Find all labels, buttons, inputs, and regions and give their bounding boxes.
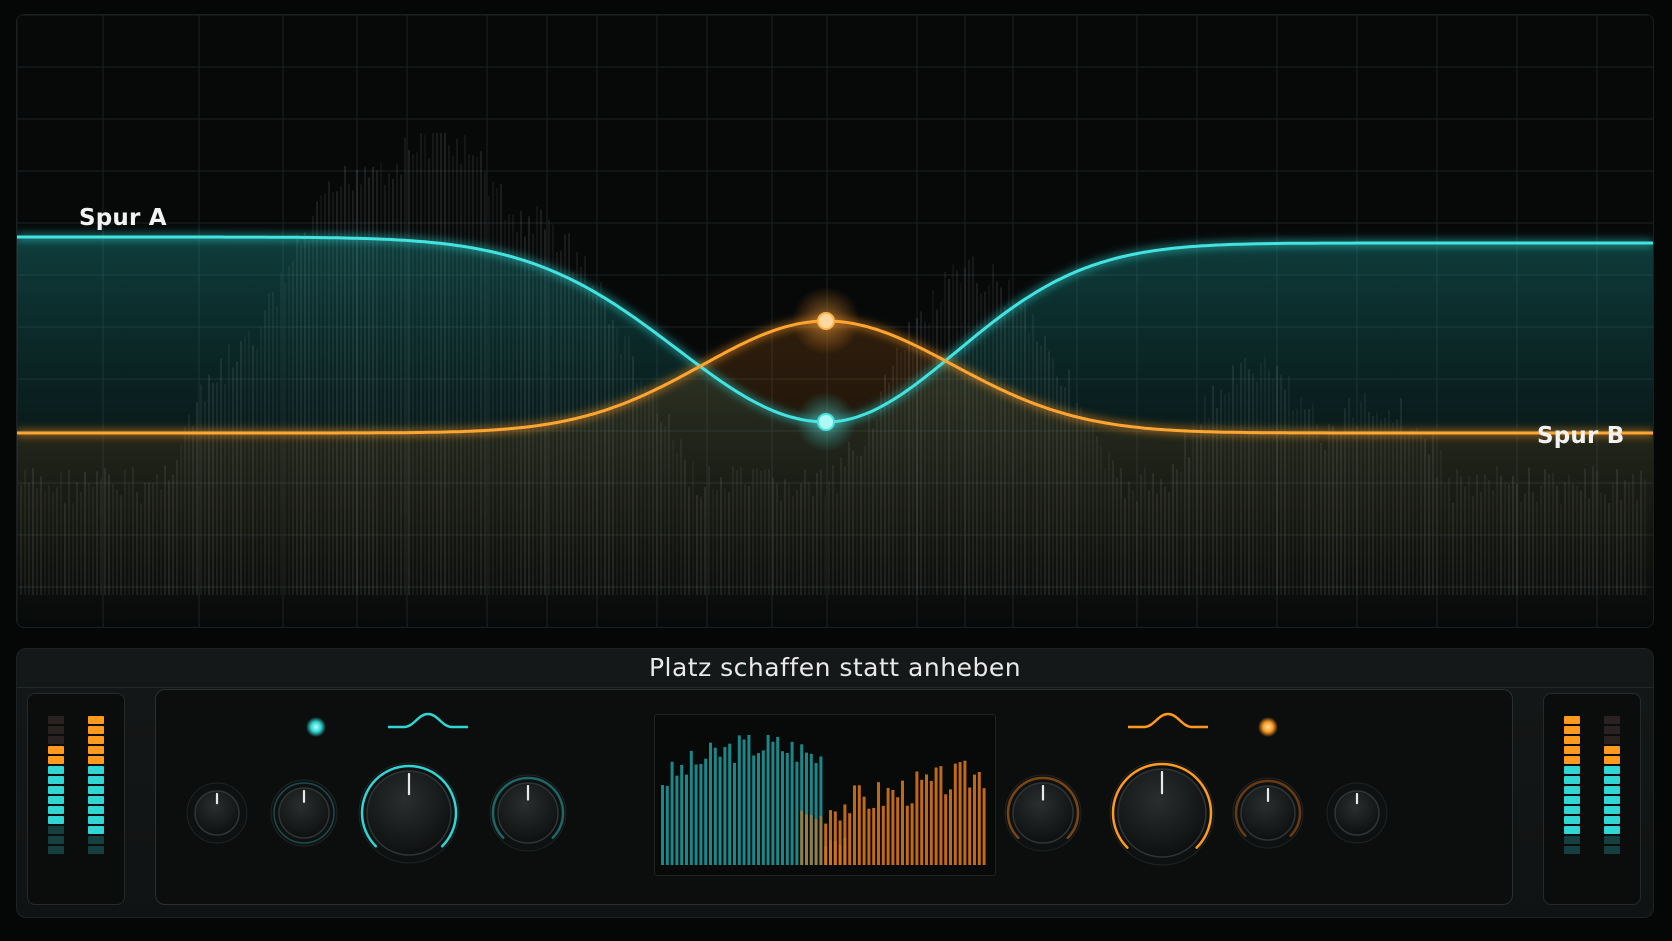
eq-display[interactable]: Spur A Spur B <box>16 14 1654 628</box>
meter-segment <box>1604 806 1620 814</box>
meter-segment <box>88 766 104 774</box>
meter-segment <box>88 726 104 734</box>
meter-segment <box>88 806 104 814</box>
meter-segment <box>1564 806 1580 814</box>
meter-segment <box>88 796 104 804</box>
meter-bar-right-1 <box>1564 716 1580 856</box>
track-a-knob-1[interactable] <box>186 782 248 844</box>
meter-segment <box>48 796 64 804</box>
spur-a-label: Spur A <box>79 205 167 231</box>
meter-segment <box>48 826 64 834</box>
meter-segment <box>88 816 104 824</box>
track-a-status-led[interactable] <box>306 717 326 737</box>
meter-segment <box>1564 756 1580 764</box>
meter-segment <box>1564 726 1580 734</box>
meter-segment <box>1604 766 1620 774</box>
meter-segment <box>1604 736 1620 744</box>
meter-segment <box>1604 716 1620 724</box>
meter-segment <box>88 746 104 754</box>
meter-segment <box>48 806 64 814</box>
eq-graph[interactable] <box>17 15 1653 627</box>
meter-segment <box>1564 796 1580 804</box>
spur-b-label: Spur B <box>1537 423 1625 449</box>
meter-segment <box>88 836 104 844</box>
control-section: Platz schaffen statt anheben <box>16 648 1654 918</box>
meter-segment <box>1564 776 1580 784</box>
track-a-knob-4[interactable] <box>489 774 567 852</box>
meter-segment <box>88 826 104 834</box>
meter-segment <box>1564 816 1580 824</box>
spectrum-analyzer-bars <box>661 734 986 865</box>
track-b-knob-2[interactable] <box>1109 760 1215 866</box>
meter-segment <box>1604 746 1620 754</box>
meter-bar-left-1 <box>48 716 64 856</box>
track-b-knob-1[interactable] <box>1004 774 1082 852</box>
meter-segment <box>88 776 104 784</box>
meter-segment <box>48 846 64 854</box>
meter-segment <box>1564 746 1580 754</box>
meter-segment <box>1604 846 1620 854</box>
meter-segment <box>1604 796 1620 804</box>
meter-segment <box>1604 756 1620 764</box>
meter-segment <box>88 716 104 724</box>
meter-segment <box>1604 786 1620 794</box>
meter-segment <box>48 726 64 734</box>
track-a-knob-3[interactable] <box>358 762 460 864</box>
meter-segment <box>1604 816 1620 824</box>
meter-segment <box>48 756 64 764</box>
meter-segment <box>1564 766 1580 774</box>
track-b-knob-4[interactable] <box>1326 782 1388 844</box>
spur-b-node[interactable] <box>817 312 835 330</box>
meter-bar-left-2 <box>88 716 104 856</box>
meter-segment <box>88 736 104 744</box>
meter-segment <box>48 736 64 744</box>
level-meter-left <box>27 693 125 905</box>
level-meter-right <box>1543 693 1641 905</box>
meter-segment <box>48 776 64 784</box>
bell-curve-icon[interactable] <box>388 712 468 729</box>
title-strip: Platz schaffen statt anheben <box>17 649 1653 688</box>
section-title: Platz schaffen statt anheben <box>648 653 1022 682</box>
meter-segment <box>48 766 64 774</box>
bell-curve-icon[interactable] <box>1128 712 1208 729</box>
meter-segment <box>1604 836 1620 844</box>
meter-segment <box>48 746 64 754</box>
meter-segment <box>48 836 64 844</box>
meter-segment <box>1564 716 1580 724</box>
track-b-status-led[interactable] <box>1258 717 1278 737</box>
meter-segment <box>1604 776 1620 784</box>
meter-segment <box>88 786 104 794</box>
meter-segment <box>48 786 64 794</box>
meter-segment <box>1564 846 1580 854</box>
spur-a-node[interactable] <box>817 413 835 431</box>
meter-segment <box>1564 736 1580 744</box>
spectrum-analyzer <box>654 714 996 876</box>
eq-controls-panel <box>155 689 1513 905</box>
meter-bar-right-2 <box>1604 716 1620 856</box>
track-a-knob-2[interactable] <box>270 779 338 847</box>
track-b-knob-3[interactable] <box>1232 777 1304 849</box>
meter-segment <box>48 816 64 824</box>
meter-segment <box>1604 826 1620 834</box>
meter-segment <box>1564 836 1580 844</box>
meter-segment <box>1564 826 1580 834</box>
meter-segment <box>1604 726 1620 734</box>
meter-segment <box>1564 786 1580 794</box>
meter-segment <box>48 716 64 724</box>
meter-segment <box>88 756 104 764</box>
meter-segment <box>88 846 104 854</box>
